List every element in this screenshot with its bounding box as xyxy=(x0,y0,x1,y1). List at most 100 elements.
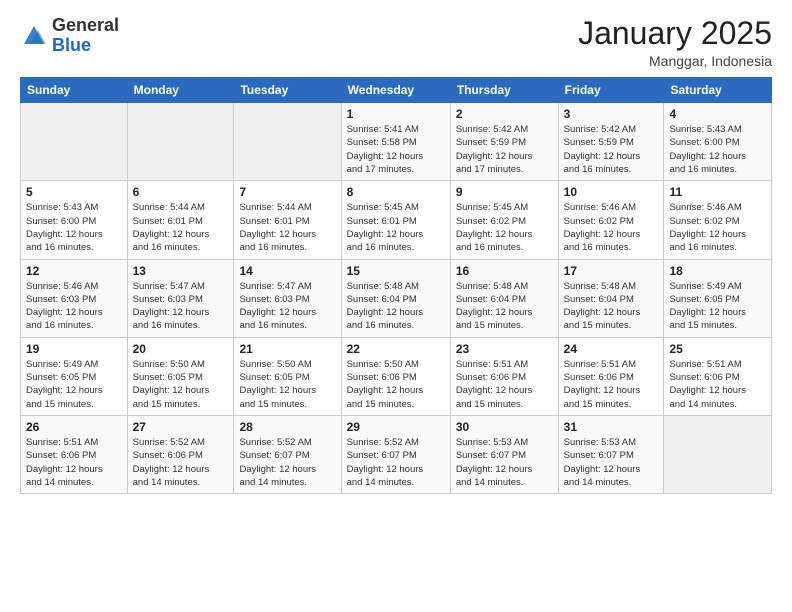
day-info: Sunrise: 5:46 AM Sunset: 6:02 PM Dayligh… xyxy=(564,201,659,254)
calendar-week-5: 26Sunrise: 5:51 AM Sunset: 6:06 PM Dayli… xyxy=(21,415,772,493)
page: General Blue January 2025 Manggar, Indon… xyxy=(0,0,792,612)
calendar-cell xyxy=(127,103,234,181)
day-number: 9 xyxy=(456,185,553,199)
location: Manggar, Indonesia xyxy=(578,53,772,69)
calendar-week-4: 19 Sunrise: 5:49 AM Sunset: 6:05 PM Dayli… xyxy=(21,337,772,415)
day-info: Sunrise: 5:50 AM Sunset: 6:05 PM Dayligh… xyxy=(133,358,229,411)
day-number: 14 xyxy=(239,264,335,278)
calendar-cell: 3 Sunrise: 5:42 AM Sunset: 5:59 PM Daylig… xyxy=(558,103,664,181)
calendar-cell: 30 Sunrise: 5:53 AM Sunset: 6:07 PM Dayli… xyxy=(450,415,558,493)
calendar-week-1: 1Sunrise: 5:41 AM Sunset: 5:58 PM Daylig… xyxy=(21,103,772,181)
day-number: 27 xyxy=(133,420,229,434)
calendar-cell xyxy=(234,103,341,181)
day-info: Sunrise: 5:46 AM Sunset: 6:02 PM Dayligh… xyxy=(669,201,766,254)
day-number: 15 xyxy=(347,264,445,278)
calendar-cell: 16Sunrise: 5:48 AM Sunset: 6:04 PM Dayli… xyxy=(450,259,558,337)
day-number: 5 xyxy=(26,185,122,199)
day-number: 29 xyxy=(347,420,445,434)
day-number: 10 xyxy=(564,185,659,199)
day-info: Sunrise: 5:50 AM Sunset: 6:06 PM Dayligh… xyxy=(347,358,445,411)
day-number: 1 xyxy=(347,107,445,121)
day-number: 8 xyxy=(347,185,445,199)
calendar-cell: 10 Sunrise: 5:46 AM Sunset: 6:02 PM Dayli… xyxy=(558,181,664,259)
calendar-cell: 24 Sunrise: 5:51 AM Sunset: 6:06 PM Dayli… xyxy=(558,337,664,415)
day-info: Sunrise: 5:47 AM Sunset: 6:03 PM Dayligh… xyxy=(239,280,335,333)
day-number: 25 xyxy=(669,342,766,356)
calendar-cell: 15 Sunrise: 5:48 AM Sunset: 6:04 PM Dayli… xyxy=(341,259,450,337)
day-number: 19 xyxy=(26,342,122,356)
day-number: 20 xyxy=(133,342,229,356)
calendar-cell: 18 Sunrise: 5:49 AM Sunset: 6:05 PM Dayli… xyxy=(664,259,772,337)
day-info: Sunrise: 5:48 AM Sunset: 6:04 PM Dayligh… xyxy=(347,280,445,333)
day-info: Sunrise: 5:53 AM Sunset: 6:07 PM Dayligh… xyxy=(456,436,553,489)
calendar-cell: 6Sunrise: 5:44 AM Sunset: 6:01 PM Daylig… xyxy=(127,181,234,259)
day-number: 31 xyxy=(564,420,659,434)
calendar-cell: 12Sunrise: 5:46 AM Sunset: 6:03 PM Dayli… xyxy=(21,259,128,337)
calendar-header-monday: Monday xyxy=(127,78,234,103)
calendar-header-row: SundayMondayTuesdayWednesdayThursdayFrid… xyxy=(21,78,772,103)
day-number: 24 xyxy=(564,342,659,356)
calendar-cell xyxy=(21,103,128,181)
day-number: 4 xyxy=(669,107,766,121)
logo-text: General Blue xyxy=(52,16,119,56)
day-number: 3 xyxy=(564,107,659,121)
day-info: Sunrise: 5:51 AM Sunset: 6:06 PM Dayligh… xyxy=(669,358,766,411)
day-number: 12 xyxy=(26,264,122,278)
calendar-week-2: 5 Sunrise: 5:43 AM Sunset: 6:00 PM Daylig… xyxy=(21,181,772,259)
calendar-cell: 28Sunrise: 5:52 AM Sunset: 6:07 PM Dayli… xyxy=(234,415,341,493)
calendar-header-friday: Friday xyxy=(558,78,664,103)
day-info: Sunrise: 5:51 AM Sunset: 6:06 PM Dayligh… xyxy=(26,436,122,489)
calendar-cell: 23Sunrise: 5:51 AM Sunset: 6:06 PM Dayli… xyxy=(450,337,558,415)
calendar: SundayMondayTuesdayWednesdayThursdayFrid… xyxy=(20,77,772,494)
day-number: 2 xyxy=(456,107,553,121)
calendar-cell xyxy=(664,415,772,493)
day-info: Sunrise: 5:44 AM Sunset: 6:01 PM Dayligh… xyxy=(133,201,229,254)
logo: General Blue xyxy=(20,16,119,56)
day-number: 23 xyxy=(456,342,553,356)
calendar-cell: 14 Sunrise: 5:47 AM Sunset: 6:03 PM Dayli… xyxy=(234,259,341,337)
calendar-cell: 5 Sunrise: 5:43 AM Sunset: 6:00 PM Daylig… xyxy=(21,181,128,259)
day-info: Sunrise: 5:52 AM Sunset: 6:07 PM Dayligh… xyxy=(239,436,335,489)
day-info: Sunrise: 5:49 AM Sunset: 6:05 PM Dayligh… xyxy=(26,358,122,411)
day-number: 30 xyxy=(456,420,553,434)
calendar-cell: 25 Sunrise: 5:51 AM Sunset: 6:06 PM Dayli… xyxy=(664,337,772,415)
calendar-cell: 31Sunrise: 5:53 AM Sunset: 6:07 PM Dayli… xyxy=(558,415,664,493)
month-title: January 2025 xyxy=(578,16,772,51)
calendar-cell: 9Sunrise: 5:45 AM Sunset: 6:02 PM Daylig… xyxy=(450,181,558,259)
calendar-cell: 21 Sunrise: 5:50 AM Sunset: 6:05 PM Dayli… xyxy=(234,337,341,415)
day-info: Sunrise: 5:42 AM Sunset: 5:59 PM Dayligh… xyxy=(456,123,553,176)
day-info: Sunrise: 5:42 AM Sunset: 5:59 PM Dayligh… xyxy=(564,123,659,176)
day-number: 17 xyxy=(564,264,659,278)
day-number: 22 xyxy=(347,342,445,356)
calendar-cell: 2 Sunrise: 5:42 AM Sunset: 5:59 PM Daylig… xyxy=(450,103,558,181)
day-info: Sunrise: 5:44 AM Sunset: 6:01 PM Dayligh… xyxy=(239,201,335,254)
calendar-cell: 11 Sunrise: 5:46 AM Sunset: 6:02 PM Dayli… xyxy=(664,181,772,259)
calendar-cell: 27Sunrise: 5:52 AM Sunset: 6:06 PM Dayli… xyxy=(127,415,234,493)
calendar-week-3: 12Sunrise: 5:46 AM Sunset: 6:03 PM Dayli… xyxy=(21,259,772,337)
calendar-cell: 7 Sunrise: 5:44 AM Sunset: 6:01 PM Daylig… xyxy=(234,181,341,259)
day-info: Sunrise: 5:50 AM Sunset: 6:05 PM Dayligh… xyxy=(239,358,335,411)
calendar-cell: 13Sunrise: 5:47 AM Sunset: 6:03 PM Dayli… xyxy=(127,259,234,337)
logo-general-text: General xyxy=(52,15,119,35)
day-info: Sunrise: 5:51 AM Sunset: 6:06 PM Dayligh… xyxy=(564,358,659,411)
day-info: Sunrise: 5:48 AM Sunset: 6:04 PM Dayligh… xyxy=(564,280,659,333)
calendar-header-wednesday: Wednesday xyxy=(341,78,450,103)
day-info: Sunrise: 5:43 AM Sunset: 6:00 PM Dayligh… xyxy=(26,201,122,254)
day-info: Sunrise: 5:43 AM Sunset: 6:00 PM Dayligh… xyxy=(669,123,766,176)
logo-blue-text: Blue xyxy=(52,35,91,55)
day-number: 21 xyxy=(239,342,335,356)
calendar-cell: 17 Sunrise: 5:48 AM Sunset: 6:04 PM Dayli… xyxy=(558,259,664,337)
calendar-cell: 20 Sunrise: 5:50 AM Sunset: 6:05 PM Dayli… xyxy=(127,337,234,415)
day-number: 7 xyxy=(239,185,335,199)
day-number: 13 xyxy=(133,264,229,278)
logo-icon xyxy=(20,22,48,50)
day-number: 11 xyxy=(669,185,766,199)
calendar-cell: 22 Sunrise: 5:50 AM Sunset: 6:06 PM Dayli… xyxy=(341,337,450,415)
day-info: Sunrise: 5:45 AM Sunset: 6:01 PM Dayligh… xyxy=(347,201,445,254)
calendar-cell: 19 Sunrise: 5:49 AM Sunset: 6:05 PM Dayli… xyxy=(21,337,128,415)
day-info: Sunrise: 5:52 AM Sunset: 6:07 PM Dayligh… xyxy=(347,436,445,489)
day-number: 18 xyxy=(669,264,766,278)
title-block: January 2025 Manggar, Indonesia xyxy=(578,16,772,69)
day-info: Sunrise: 5:49 AM Sunset: 6:05 PM Dayligh… xyxy=(669,280,766,333)
calendar-cell: 8 Sunrise: 5:45 AM Sunset: 6:01 PM Daylig… xyxy=(341,181,450,259)
